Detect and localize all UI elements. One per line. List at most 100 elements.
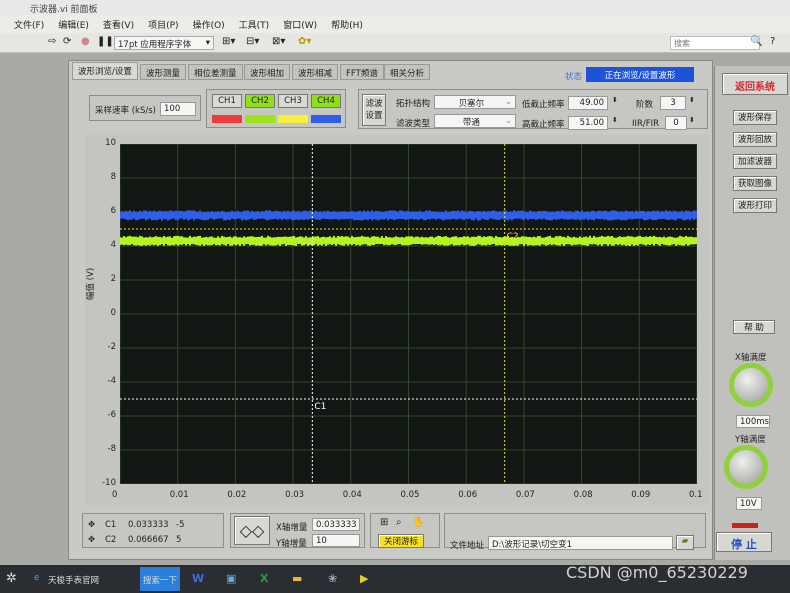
y-increment-label: Y轴增量 (276, 537, 307, 549)
menu-project[interactable]: 项目(P) (148, 18, 178, 33)
right-button-3[interactable]: 获取图像 (733, 176, 777, 191)
y-tick-label: 10 (94, 138, 116, 148)
run-arrow-icon[interactable]: ⇨ (48, 36, 56, 47)
cursor-drag-icon: ✥ (88, 520, 95, 530)
tab-measure[interactable]: 波形测量 (140, 64, 186, 80)
font-select[interactable]: 17pt 应用程序字体 ▾ (114, 36, 214, 50)
channel-ch2-button[interactable]: CH2 (245, 94, 275, 108)
excel-icon[interactable]: X (260, 572, 268, 585)
cursor-x[interactable]: 0.066667 (128, 535, 169, 545)
menu-file[interactable]: 文件(F) (14, 18, 44, 33)
word-icon[interactable]: W (192, 572, 204, 585)
y-scale-label: Y轴满度 (735, 433, 766, 445)
iir-fir-input[interactable]: 0 (665, 116, 687, 130)
tab-add[interactable]: 波形相加 (244, 64, 290, 80)
low-cutoff-spinner-icon[interactable]: ⬍ (612, 96, 618, 104)
y-scale-value[interactable]: 10V (736, 497, 762, 510)
abort-icon[interactable]: ● (81, 36, 90, 47)
run-continuous-icon[interactable]: ⟳ (63, 36, 71, 47)
channel-ch4-button[interactable]: CH4 (311, 94, 341, 108)
menu-edit[interactable]: 编辑(E) (58, 18, 89, 33)
search-button[interactable]: 搜索一下 (140, 567, 180, 591)
browser-task[interactable]: 天梭手表官网 (48, 574, 99, 586)
file-path-input[interactable]: D:\波形记录\切空变1 (488, 536, 673, 550)
iir-fir-spinner-icon[interactable]: ⬍ (689, 116, 695, 124)
cursor-name[interactable]: C1 (105, 520, 116, 530)
resize-icon[interactable]: ⊠▾ (272, 36, 285, 47)
menu-help[interactable]: 帮助(H) (331, 18, 363, 33)
watermark: CSDN @m0_65230229 (566, 563, 748, 582)
high-cutoff-spinner-icon[interactable]: ⬍ (612, 116, 618, 124)
y-tick-label: 6 (94, 206, 116, 216)
file-explorer-icon[interactable]: ▬ (292, 572, 302, 585)
sampling-rate-input[interactable]: 100 (160, 102, 196, 116)
x-tick-label: 0.1 (689, 490, 703, 500)
help-button[interactable]: 帮 助 (733, 320, 775, 334)
pan-hand-icon[interactable]: ✋ (412, 517, 424, 528)
reorder-icon[interactable]: ✿▾ (298, 36, 311, 47)
ie-icon[interactable]: e (34, 573, 39, 583)
y-tick-label: 2 (94, 274, 116, 284)
order-input[interactable]: 3 (660, 96, 686, 110)
align-icon[interactable]: ⊞▾ (222, 36, 235, 47)
y-increment-input[interactable]: 10 (312, 534, 360, 547)
channel-color-swatch (278, 115, 308, 123)
help-icon[interactable]: ? (770, 36, 775, 47)
tab-fft[interactable]: FFT频谱 (340, 64, 384, 80)
pause-icon[interactable]: ❚❚ (97, 36, 114, 47)
filter-type-select[interactable]: 带通 ⌄ (434, 114, 516, 128)
menu-tools[interactable]: 工具(T) (239, 18, 270, 33)
order-spinner-icon[interactable]: ⬍ (689, 96, 695, 104)
app-icon[interactable]: ❀ (328, 572, 337, 585)
font-value: 17pt 应用程序字体 (118, 40, 191, 50)
right-button-0[interactable]: 波形保存 (733, 110, 777, 125)
stop-button[interactable]: 停 止 (716, 532, 772, 552)
menu-window[interactable]: 窗口(W) (283, 18, 317, 33)
zoom-icon[interactable]: ⌕ (396, 517, 402, 528)
tab-subtract[interactable]: 波形相减 (292, 64, 338, 80)
cursor-y[interactable]: 5 (176, 535, 181, 545)
cursor-move-diamond-icon[interactable]: ◇◇ (234, 516, 270, 545)
low-cutoff-input[interactable]: 49.00 (568, 96, 608, 110)
cursor-name[interactable]: C2 (105, 535, 116, 545)
filter-settings-button[interactable]: 滤波设置 (362, 94, 386, 126)
y-scale-knob[interactable] (724, 445, 768, 489)
y-tick-label: -2 (94, 342, 116, 352)
high-cutoff-input[interactable]: 51.00 (568, 116, 608, 130)
channel-ch1-button[interactable]: CH1 (212, 94, 242, 108)
computer-icon[interactable]: ▣ (226, 572, 236, 585)
low-cutoff-label: 低截止频率 (522, 98, 565, 110)
right-button-1[interactable]: 波形回放 (733, 132, 777, 147)
menu-view[interactable]: 查看(V) (103, 18, 134, 33)
x-scale-value[interactable]: 100ms (736, 415, 770, 428)
close-cursor-button[interactable]: 关闭游标 (378, 534, 424, 548)
status-label: 状态 (565, 70, 582, 82)
cursor-crosshair-icon[interactable]: ⊞ (380, 517, 388, 528)
tab-correlation[interactable]: 相关分析 (384, 64, 430, 80)
menu-operate[interactable]: 操作(O) (193, 18, 225, 33)
tab-browse[interactable]: 波形浏览/设置 (72, 62, 138, 80)
tab-phase[interactable]: 相位差测量 (188, 64, 243, 80)
x-scale-knob[interactable] (729, 363, 773, 407)
cursor-x[interactable]: 0.033333 (128, 520, 169, 530)
topology-select[interactable]: 贝塞尔 ⌄ (434, 95, 516, 109)
y-tick-label: 0 (94, 308, 116, 318)
stop-led (732, 523, 758, 528)
right-button-4[interactable]: 波形打印 (733, 198, 777, 213)
y-tick-label: 8 (94, 172, 116, 182)
cursor-y[interactable]: -5 (176, 520, 184, 530)
search-icon[interactable]: 🔍 (750, 36, 762, 47)
status-indicator: 正在浏览/设置波形 (586, 67, 694, 82)
channel-ch3-button[interactable]: CH3 (278, 94, 308, 108)
iir-fir-label: IIR/FIR (632, 119, 659, 129)
x-increment-input[interactable]: 0.033333 (312, 518, 360, 531)
distribute-icon[interactable]: ⊟▾ (246, 36, 259, 47)
menu-bar: 文件(F) 编辑(E) 查看(V) 项目(P) 操作(O) 工具(T) 窗口(W) 帮助(H) (0, 15, 790, 33)
return-system-button[interactable]: 返回系统 (722, 73, 788, 95)
start-icon[interactable]: ✲ (6, 571, 17, 586)
right-button-2[interactable]: 加滤波器 (733, 154, 777, 169)
search-input[interactable]: 搜索 (670, 36, 760, 50)
labview-icon[interactable]: ▶ (360, 572, 368, 585)
browse-folder-icon[interactable]: ▰ (676, 535, 694, 550)
waveform-graph[interactable]: C1 C2 (120, 144, 697, 484)
